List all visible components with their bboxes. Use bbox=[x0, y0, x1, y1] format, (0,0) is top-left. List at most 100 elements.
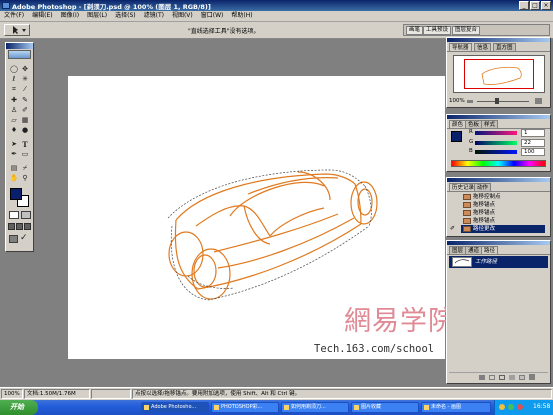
channel-g-slider[interactable] bbox=[475, 141, 517, 145]
tool-preset-picker[interactable] bbox=[4, 24, 30, 36]
taskbar-item-razor[interactable]: 如何用剃须刀... bbox=[281, 402, 349, 413]
close-button[interactable]: × bbox=[541, 1, 551, 10]
maximize-button[interactable]: □ bbox=[530, 1, 540, 10]
gradient-tool-icon[interactable]: ▦ bbox=[20, 116, 30, 125]
minimize-button[interactable]: _ bbox=[519, 1, 529, 10]
lasso-tool-icon[interactable]: ℓ bbox=[9, 75, 19, 84]
start-button[interactable]: 开始 bbox=[0, 400, 38, 415]
eraser-tool-icon[interactable]: ▱ bbox=[9, 116, 19, 125]
tab-histogram[interactable]: 直方图 bbox=[493, 43, 516, 51]
status-doc-size[interactable]: 文档:1.50M/1.76M bbox=[24, 389, 90, 399]
menu-file[interactable]: 文件(F) bbox=[0, 11, 28, 21]
channel-r-slider[interactable] bbox=[475, 131, 517, 135]
tray-volume-icon[interactable] bbox=[499, 404, 505, 410]
status-zoom[interactable]: 100% bbox=[1, 389, 23, 399]
color-spectrum-bar[interactable] bbox=[451, 160, 546, 167]
healing-brush-tool-icon[interactable]: ✚ bbox=[9, 96, 19, 105]
tab-info[interactable]: 信息 bbox=[474, 43, 492, 51]
move-tool-icon[interactable]: ✥ bbox=[20, 65, 30, 74]
tray-clock[interactable]: 16:58 bbox=[533, 403, 550, 410]
slice-tool-icon[interactable]: ⁄ bbox=[20, 85, 30, 94]
menu-layer[interactable]: 图层(L) bbox=[83, 11, 111, 21]
shape-tool-icon[interactable]: ▭ bbox=[20, 150, 30, 159]
dodge-tool-icon[interactable]: ● bbox=[20, 126, 30, 135]
zoom-tool-icon[interactable]: ⚲ bbox=[20, 174, 30, 183]
screen-mode-full-icon[interactable] bbox=[24, 223, 31, 230]
tab-color[interactable]: 颜色 bbox=[449, 120, 467, 128]
stroke-path-icon[interactable] bbox=[489, 375, 495, 380]
menu-view[interactable]: 视图(V) bbox=[168, 11, 197, 21]
zoom-in-icon[interactable] bbox=[535, 98, 542, 104]
zoom-slider-thumb[interactable] bbox=[495, 98, 499, 104]
screen-mode-menu-icon[interactable] bbox=[16, 223, 23, 230]
brush-tool-icon[interactable]: ✎ bbox=[20, 96, 30, 105]
tab-actions[interactable]: 动作 bbox=[474, 183, 492, 191]
tab-channels[interactable]: 通道 bbox=[465, 246, 483, 254]
photoshop-feather-icon[interactable] bbox=[8, 50, 31, 59]
fill-path-icon[interactable] bbox=[479, 375, 485, 380]
zoom-out-icon[interactable] bbox=[467, 100, 473, 103]
hand-tool-icon[interactable]: ✋ bbox=[9, 174, 19, 183]
channel-b-slider[interactable] bbox=[475, 150, 517, 154]
path-selection-tool-icon[interactable]: ➤ bbox=[9, 140, 19, 149]
well-tab-tool-presets[interactable]: 工具预设 bbox=[423, 26, 452, 35]
eyedropper-tool-icon[interactable]: ⌿ bbox=[20, 164, 30, 173]
history-item[interactable]: 拖移锚点 bbox=[461, 201, 545, 209]
tab-paths[interactable]: 路径 bbox=[481, 246, 499, 254]
taskbar-item-photoshop[interactable]: Adobe Photosho... bbox=[141, 402, 209, 413]
type-tool-icon[interactable]: T bbox=[20, 140, 30, 149]
tab-history[interactable]: 历史记录 bbox=[449, 183, 478, 191]
screen-mode-standard-icon[interactable] bbox=[8, 223, 15, 230]
tab-layers[interactable]: 图层 bbox=[449, 246, 467, 254]
clone-stamp-tool-icon[interactable]: ♙ bbox=[9, 106, 19, 115]
menu-window[interactable]: 窗口(W) bbox=[197, 11, 228, 21]
history-item-selected[interactable]: 路径更改 bbox=[461, 225, 545, 233]
zoom-slider-track[interactable] bbox=[477, 101, 529, 102]
history-item[interactable]: 拖移锚点 bbox=[461, 209, 545, 217]
tab-styles[interactable]: 样式 bbox=[481, 120, 499, 128]
navigator-panel: 导航器 信息 直方图 100% bbox=[446, 37, 551, 108]
taskbar-item-pictures[interactable]: 图片收藏 bbox=[351, 402, 419, 413]
load-selection-icon[interactable] bbox=[499, 375, 505, 380]
standard-mode-icon[interactable] bbox=[9, 211, 19, 219]
blur-tool-icon[interactable]: ♦ bbox=[9, 126, 19, 135]
menu-image[interactable]: 图像(I) bbox=[57, 11, 83, 21]
history-item[interactable]: 拖移控制点 bbox=[461, 193, 545, 201]
taskbar-item-tutorial[interactable]: PHOTOSHOP彩... bbox=[211, 402, 279, 413]
history-brush-source-icon[interactable]: ✐ bbox=[450, 225, 458, 233]
trash-icon[interactable] bbox=[529, 374, 535, 380]
pen-tool-icon[interactable]: ✒ bbox=[9, 150, 19, 159]
eyedropper-quick-icon[interactable]: ✓ bbox=[20, 233, 28, 243]
new-path-icon[interactable] bbox=[519, 375, 525, 380]
quick-mask-mode-icon[interactable] bbox=[21, 211, 31, 219]
history-step-icon bbox=[463, 218, 471, 224]
history-brush-tool-icon[interactable]: ✐ bbox=[20, 106, 30, 115]
magic-wand-tool-icon[interactable]: ✳ bbox=[20, 75, 30, 84]
crop-tool-icon[interactable]: ⌗ bbox=[9, 85, 19, 94]
history-item[interactable]: 拖移锚点 bbox=[461, 217, 545, 225]
tab-navigator[interactable]: 导航器 bbox=[449, 43, 472, 51]
notes-tool-icon[interactable]: ▤ bbox=[9, 164, 19, 173]
menu-edit[interactable]: 编辑(E) bbox=[28, 11, 56, 21]
channel-g-value[interactable]: 22 bbox=[521, 139, 545, 147]
navigator-thumbnail[interactable] bbox=[453, 55, 545, 93]
marquee-tool-icon[interactable]: ◯ bbox=[9, 65, 19, 74]
navigator-zoom[interactable]: 100% bbox=[449, 98, 465, 104]
channel-r-value[interactable]: 1 bbox=[521, 129, 545, 137]
menu-filter[interactable]: 滤镜(T) bbox=[140, 11, 168, 21]
jump-to-imageready-icon[interactable] bbox=[9, 235, 18, 243]
menu-help[interactable]: 帮助(H) bbox=[227, 11, 256, 21]
well-tab-brushes[interactable]: 画笔 bbox=[406, 26, 424, 35]
tray-network-icon[interactable] bbox=[508, 404, 514, 410]
path-row-work-path[interactable]: 工作路径 bbox=[449, 256, 548, 268]
menu-select[interactable]: 选择(S) bbox=[111, 11, 140, 21]
make-path-icon[interactable] bbox=[509, 375, 515, 380]
menu-bar: 文件(F) 编辑(E) 图像(I) 图层(L) 选择(S) 滤镜(T) 视图(V) 窗口(W)… bbox=[0, 11, 553, 22]
well-tab-layer-comps[interactable]: 图层复合 bbox=[452, 26, 481, 35]
tab-swatches[interactable]: 色板 bbox=[465, 120, 483, 128]
channel-b-value[interactable]: 100 bbox=[521, 148, 545, 156]
color-panel-foreground[interactable] bbox=[451, 131, 462, 142]
tray-app-icon[interactable] bbox=[517, 404, 523, 410]
foreground-color-swatch[interactable] bbox=[10, 188, 22, 200]
taskbar-item-paint[interactable]: 未命名 - 画图 bbox=[421, 402, 491, 413]
